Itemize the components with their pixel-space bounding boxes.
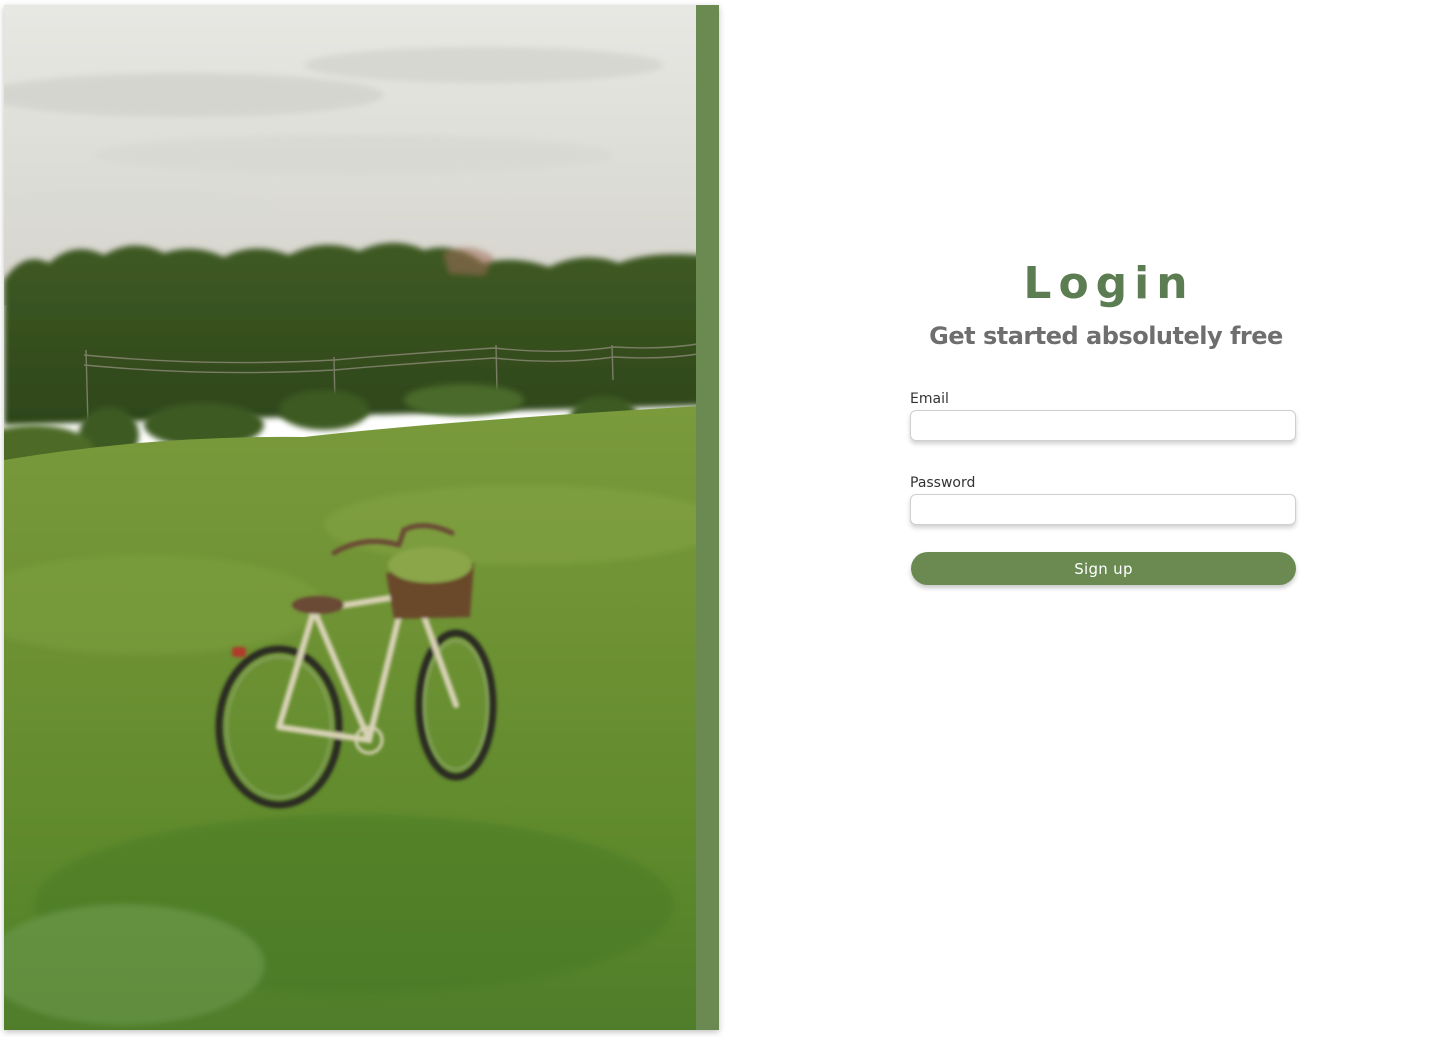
password-label: Password — [910, 475, 976, 491]
sign-up-button[interactable]: Sign up — [911, 552, 1296, 585]
accent-strip — [696, 5, 719, 1030]
page-title: Login — [1023, 258, 1195, 309]
page-subtitle: Get started absolutely free — [929, 322, 1283, 350]
email-input[interactable] — [910, 410, 1296, 441]
password-input[interactable] — [910, 494, 1296, 525]
hero-photo — [4, 5, 719, 1030]
email-label: Email — [910, 391, 949, 407]
login-page: Login Get started absolutely free Email … — [0, 0, 1444, 1037]
email-group: Email — [910, 390, 1296, 441]
login-form: Login Get started absolutely free Email … — [910, 256, 1296, 585]
password-group: Password — [910, 474, 1296, 525]
